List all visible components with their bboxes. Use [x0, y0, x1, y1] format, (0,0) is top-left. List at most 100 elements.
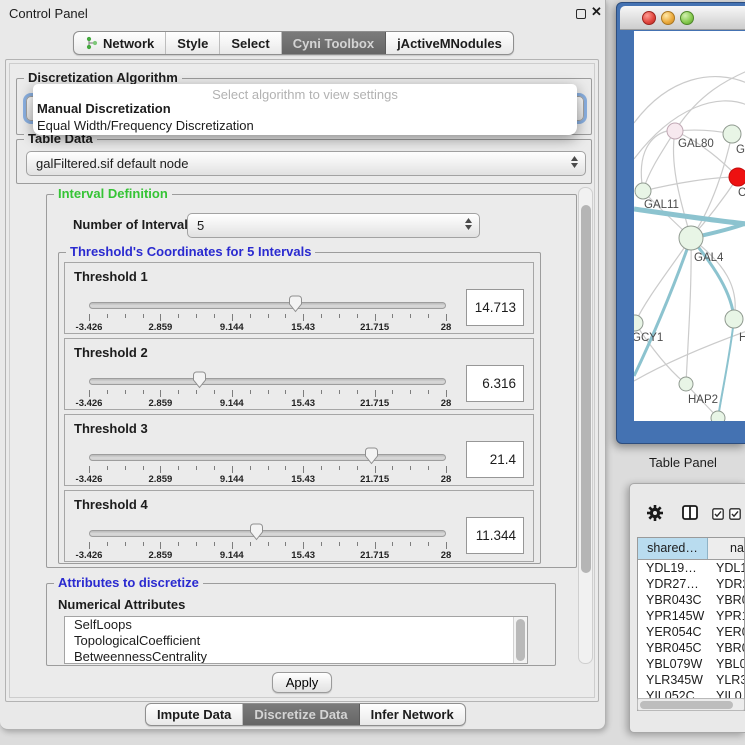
threshold-slider-track[interactable] — [89, 302, 446, 309]
minimize-traffic-light[interactable] — [661, 11, 675, 25]
threshold-slider-thumb[interactable] — [249, 523, 264, 541]
table-row[interactable]: YPR145WYPR1 — [638, 608, 744, 624]
tab-impute-data[interactable]: Impute Data — [146, 704, 243, 725]
cell-name[interactable]: YER0 — [708, 624, 744, 640]
number-of-intervals-combobox[interactable]: 5 — [187, 213, 480, 238]
tab-style[interactable]: Style — [166, 32, 220, 54]
table-row[interactable]: YDL19…YDL1 — [638, 560, 744, 576]
tab-discretize-data[interactable]: Discretize Data — [243, 704, 359, 725]
numerical-attributes-list[interactable]: SelfLoopsTopologicalCoefficientBetweenne… — [64, 616, 528, 664]
apply-button[interactable]: Apply — [272, 672, 332, 693]
node-label: HAP2 — [688, 394, 718, 406]
tick-label: 15.43 — [291, 322, 315, 333]
cell-shared-name[interactable]: YBL079W — [638, 656, 708, 672]
cell-shared-name[interactable]: YPR145W — [638, 608, 708, 624]
threshold-slider-thumb[interactable] — [364, 447, 379, 465]
table-row[interactable]: YLR345WYLR3 — [638, 672, 744, 688]
tick-mark — [428, 390, 429, 394]
column-header-name[interactable]: na — [708, 538, 744, 559]
node-label: GA — [736, 144, 745, 156]
network-node[interactable] — [711, 411, 725, 421]
threshold-slider-track[interactable] — [89, 454, 446, 461]
tab-network[interactable]: Network — [74, 32, 166, 54]
close-traffic-light[interactable] — [642, 11, 656, 25]
attribute-list-item[interactable]: TopologicalCoefficient — [65, 633, 527, 649]
attribute-list-item[interactable]: BetweennessCentrality — [65, 649, 527, 664]
node-label: GAL11 — [644, 199, 679, 211]
algorithm-hint-option[interactable]: Select algorithm to view settings — [33, 87, 577, 102]
threshold-panel: Threshold 1-3.4262.8599.14415.4321.71528… — [64, 262, 534, 334]
tab-jactivemnodules[interactable]: jActiveMNodules — [386, 32, 513, 54]
settings-scrollbar-thumb[interactable] — [581, 205, 591, 573]
network-edge[interactable] — [686, 238, 691, 384]
network-window-titlebar[interactable] — [620, 6, 745, 30]
network-edge[interactable] — [634, 77, 745, 123]
threshold-value-field[interactable]: 6.316 — [466, 365, 524, 402]
gear-icon[interactable] — [646, 504, 664, 527]
network-node[interactable] — [635, 183, 651, 199]
table-row[interactable]: YBR045CYBR0 — [638, 640, 744, 656]
algorithm-option-equal-width[interactable]: Equal Width/Frequency Discretization — [37, 118, 254, 133]
cell-shared-name[interactable]: YLR345W — [638, 672, 708, 688]
attributes-scrollbar-thumb[interactable] — [516, 619, 525, 661]
threshold-value-field[interactable]: 11.344 — [466, 517, 524, 554]
network-node[interactable] — [679, 377, 693, 391]
checkbox-icon[interactable] — [729, 507, 741, 525]
cell-shared-name[interactable]: YDR27… — [638, 576, 708, 592]
node-table[interactable]: shared…naYDL19…YDL1YDR27…YDR2YBR043CYBR0… — [637, 537, 745, 711]
cell-name[interactable]: YBR0 — [708, 640, 744, 656]
tab-cyni-toolbox[interactable]: Cyni Toolbox — [282, 32, 386, 54]
network-edge[interactable] — [641, 131, 667, 191]
tab-select[interactable]: Select — [220, 32, 281, 54]
threshold-slider-thumb[interactable] — [192, 371, 207, 389]
network-node[interactable] — [634, 315, 643, 331]
float-window-icon[interactable] — [576, 9, 586, 19]
zoom-traffic-light[interactable] — [680, 11, 694, 25]
network-canvas[interactable]: GAL80GACGAL11GAL4HGCY1HAP2 — [634, 31, 745, 421]
network-node[interactable] — [679, 226, 703, 250]
network-edge[interactable] — [691, 238, 734, 319]
column-header-shared-name[interactable]: shared… — [638, 538, 708, 559]
close-icon[interactable]: ✕ — [591, 4, 602, 20]
algorithm-option-manual[interactable]: Manual Discretization — [37, 101, 171, 116]
network-edge[interactable] — [634, 238, 691, 376]
network-node[interactable] — [723, 125, 741, 143]
cell-name[interactable]: YLR3 — [708, 672, 744, 688]
tab-infer-network[interactable]: Infer Network — [360, 704, 465, 725]
table-hscrollbar-track[interactable] — [637, 698, 745, 711]
cell-shared-name[interactable]: YBR045C — [638, 640, 708, 656]
table-data-combobox[interactable]: galFiltered.sif default node — [26, 151, 586, 176]
network-edge[interactable] — [634, 209, 745, 224]
network-edge[interactable] — [718, 319, 734, 418]
table-row[interactable]: YDR27…YDR2 — [638, 576, 744, 592]
cell-shared-name[interactable]: YDL19… — [638, 560, 708, 576]
cell-shared-name[interactable]: YBR043C — [638, 592, 708, 608]
network-edge[interactable] — [643, 131, 675, 191]
cell-name[interactable]: YPR1 — [708, 608, 744, 624]
attribute-list-item[interactable]: SelfLoops — [65, 617, 527, 633]
split-columns-icon[interactable] — [682, 505, 698, 525]
tick-mark — [196, 466, 197, 470]
cell-shared-name[interactable]: YER054C — [638, 624, 708, 640]
table-hscrollbar-thumb[interactable] — [640, 701, 733, 709]
network-node[interactable] — [667, 123, 683, 139]
threshold-value-field[interactable]: 14.713 — [466, 289, 524, 326]
table-row[interactable]: YBR043CYBR0 — [638, 592, 744, 608]
threshold-slider-track[interactable] — [89, 378, 446, 385]
network-edge[interactable] — [691, 238, 735, 319]
threshold-slider-track[interactable] — [89, 530, 446, 537]
table-row[interactable]: YER054CYER0 — [638, 624, 744, 640]
cell-name[interactable]: YBR0 — [708, 592, 744, 608]
threshold-slider-thumb[interactable] — [288, 295, 303, 313]
network-node[interactable] — [729, 168, 745, 186]
attributes-scrollbar-track[interactable] — [513, 617, 527, 663]
threshold-value-field[interactable]: 21.4 — [466, 441, 524, 478]
cell-name[interactable]: YDL1 — [708, 560, 744, 576]
table-row[interactable]: YBL079WYBL0 — [638, 656, 744, 672]
checkbox-icon[interactable] — [712, 507, 724, 525]
combo-arrows-icon — [571, 156, 578, 168]
cell-name[interactable]: YBL0 — [708, 656, 744, 672]
cell-name[interactable]: YDR2 — [708, 576, 744, 592]
network-node[interactable] — [725, 310, 743, 328]
network-edge[interactable] — [643, 177, 738, 191]
